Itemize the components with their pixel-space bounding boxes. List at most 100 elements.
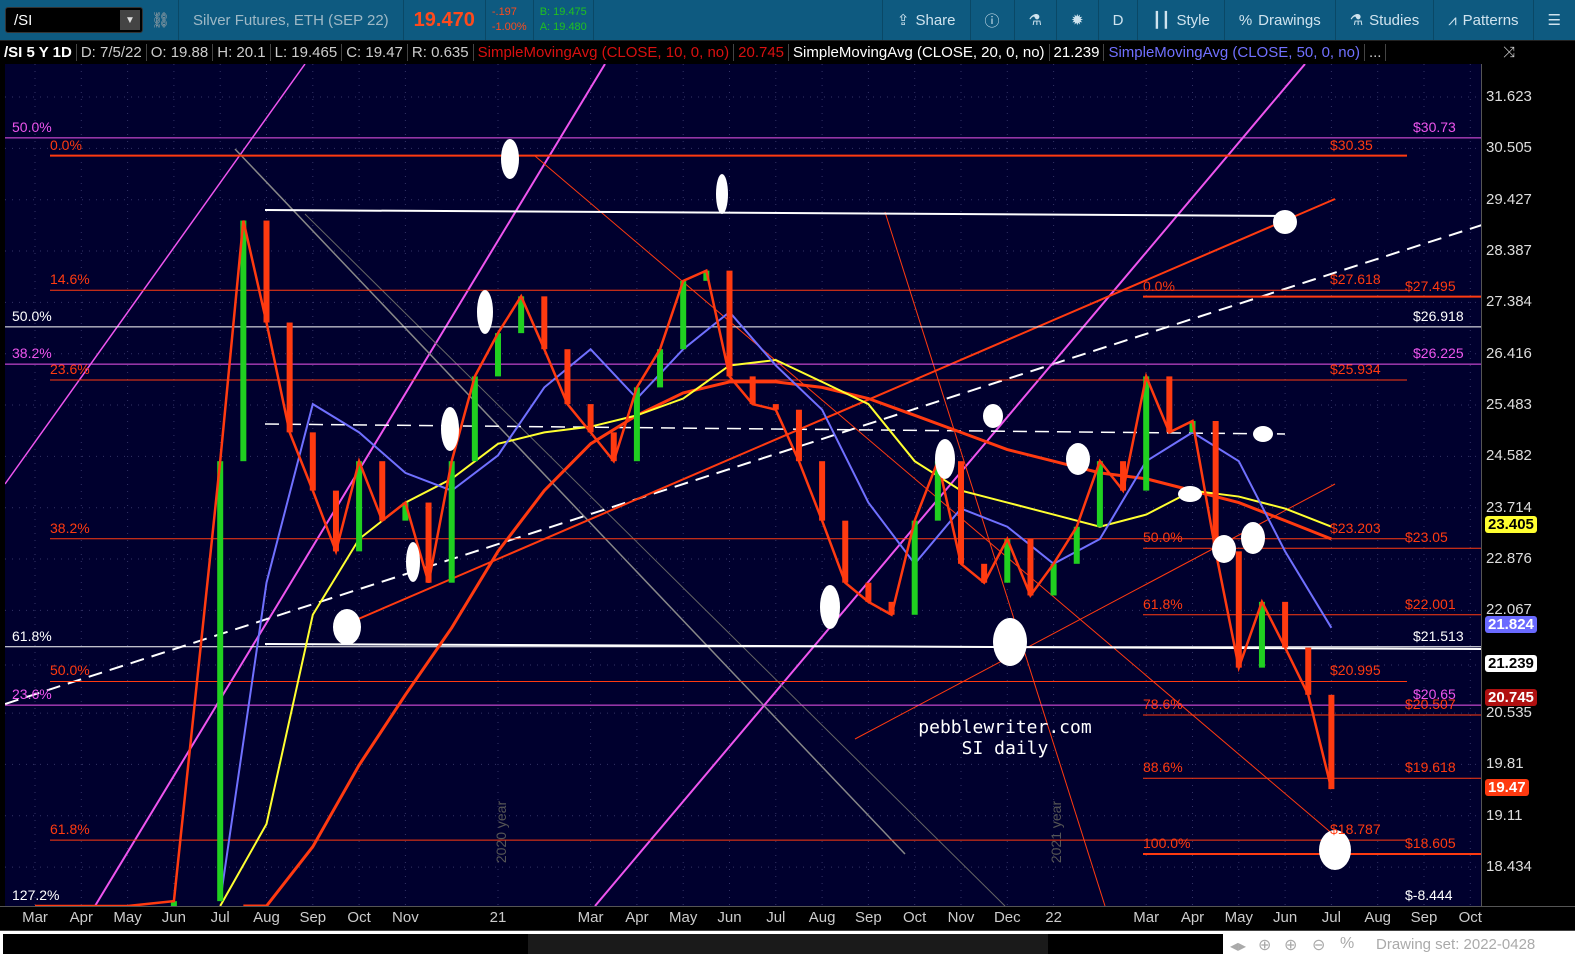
- fib-price-label: $26.918: [1413, 307, 1464, 324]
- fib-percent-label: 38.2%: [12, 345, 52, 362]
- candle: [1235, 551, 1242, 668]
- time-tick: Sep: [1410, 909, 1438, 926]
- watermark-caption: SI daily: [961, 738, 1049, 759]
- crosshair-icon[interactable]: ⊕: [1258, 935, 1271, 955]
- pan-icon[interactable]: ◂▸: [1230, 936, 1246, 956]
- studies-label: Studies: [1369, 11, 1420, 29]
- annotation-marker: [477, 290, 493, 334]
- fib-price-label: $25.934: [1330, 361, 1381, 378]
- candle: [842, 520, 849, 583]
- zoom-in-icon[interactable]: ⊕: [1284, 935, 1297, 955]
- price-chart[interactable]: pebblewriter.com SI daily 2020 year 2021…: [5, 64, 1481, 906]
- bar-range: R: 0.635: [408, 43, 474, 61]
- settings-button[interactable]: ✹: [1057, 0, 1098, 40]
- annotation-marker: [716, 174, 728, 214]
- patterns-icon: ⩘: [1448, 11, 1457, 29]
- fib-price-label: $27.618: [1330, 271, 1381, 288]
- drawing-set-label[interactable]: Drawing set: 2022-0428: [1376, 936, 1535, 953]
- price-badge-yellow: 23.405: [1485, 516, 1537, 534]
- fib-percent-label: 50.0%: [12, 118, 52, 135]
- annotation-marker: [983, 404, 1003, 428]
- style-button[interactable]: ┃┃ Style: [1138, 0, 1223, 40]
- candle: [541, 296, 548, 350]
- time-axis[interactable]: Mar Apr May Jun Jul Aug Sep Oct Nov 21 Mar Apr May Ju…: [0, 906, 1575, 930]
- price-badge-darkred: 20.745: [1485, 688, 1537, 706]
- scrollbar-thumb[interactable]: [528, 934, 1048, 954]
- fib-price-label: $21.513: [1413, 627, 1464, 644]
- sma50-label[interactable]: SimpleMovingAvg (CLOSE, 50, 0, no): [1104, 43, 1365, 61]
- fib-percent-label: 61.8%: [12, 627, 52, 644]
- bid-ask: B: 19.475 A: 19.480: [534, 5, 593, 35]
- watermark-site: pebblewriter.com: [918, 717, 1092, 738]
- drawings-icon: %: [1238, 11, 1253, 29]
- candle: [726, 270, 733, 377]
- time-tick: Jul: [210, 909, 230, 926]
- time-tick: Nov: [947, 909, 975, 926]
- price-tick: 30.505: [1486, 139, 1532, 157]
- time-tick: Apr: [69, 909, 93, 926]
- menu-button[interactable]: ☰: [1534, 0, 1575, 40]
- candle: [680, 280, 687, 350]
- candle: [217, 461, 224, 902]
- annotation-marker: [1212, 535, 1236, 563]
- study-info-bar: /SI 5 Y 1D D: 7/5/22 O: 19.88 H: 20.1 L:…: [0, 40, 1575, 63]
- fib-price-label: $26.225: [1413, 345, 1464, 362]
- info-button[interactable]: ⓘ: [971, 0, 1014, 40]
- flask-button[interactable]: ⚗: [1015, 0, 1056, 40]
- fib-price-label: $18.787: [1330, 821, 1381, 838]
- fib-percent-label: 61.8%: [50, 821, 90, 838]
- fib-price-label: $30.73: [1413, 118, 1456, 135]
- sma10-label[interactable]: SimpleMovingAvg (CLOSE, 10, 0, no): [474, 43, 735, 61]
- ask: A: 19.480: [539, 21, 587, 33]
- flask-icon: ⚗: [1349, 12, 1364, 29]
- fib-percent-label: 88.6%: [1143, 759, 1183, 776]
- price-badge-red: 19.47: [1485, 779, 1529, 797]
- fib-percent-label: 50.0%: [50, 662, 90, 679]
- share-button[interactable]: ⇪ Share: [883, 0, 970, 40]
- studies-button[interactable]: ⚗ Studies: [1336, 0, 1434, 40]
- more-studies[interactable]: ...: [1365, 43, 1387, 61]
- time-tick: Aug: [808, 909, 836, 926]
- candle: [958, 461, 964, 564]
- drawings-icon[interactable]: %: [1340, 935, 1354, 953]
- price-tick: 31.623: [1486, 88, 1532, 105]
- net-change: -.197 -1.00%: [486, 5, 533, 35]
- link-icon[interactable]: ⛓: [143, 11, 178, 29]
- price-axis[interactable]: 31.623 30.505 29.427 28.387 27.384 26.416 25.4…: [1481, 64, 1575, 906]
- price-tick: 26.416: [1486, 344, 1532, 362]
- zoom-out-icon[interactable]: ⊖: [1312, 935, 1325, 955]
- bar-low: L: 19.465: [271, 43, 343, 61]
- symbol-description: Silver Futures, ETH (SEP 22): [193, 11, 389, 29]
- horizontal-scrollbar[interactable]: [3, 934, 1223, 954]
- trend-line: [264, 209, 1286, 217]
- drawings-button[interactable]: % Drawings: [1225, 0, 1335, 40]
- fib-percent-label: 14.6%: [50, 271, 90, 288]
- chart-canvas[interactable]: [5, 64, 1481, 906]
- annotation-marker: [1066, 443, 1090, 475]
- collapse-icon[interactable]: ⤨: [1499, 44, 1575, 61]
- fib-price-label: $20.507: [1405, 696, 1456, 713]
- annotation-marker: [1253, 426, 1273, 442]
- price-tick: 18.434: [1486, 858, 1532, 876]
- candle: [379, 461, 386, 521]
- symbol-input[interactable]: /SI ▼: [5, 7, 143, 33]
- patterns-button[interactable]: ⩘ Patterns: [1434, 0, 1532, 40]
- timeframe-button[interactable]: D: [1099, 0, 1138, 40]
- sma-100-line: [219, 358, 1332, 906]
- time-tick: 22: [1045, 909, 1062, 926]
- patterns-label: Patterns: [1462, 11, 1519, 29]
- candle: [633, 387, 640, 462]
- price-tick: 28.387: [1486, 242, 1532, 260]
- candle: [471, 376, 478, 462]
- chevron-down-icon[interactable]: ▼: [120, 10, 140, 30]
- sma20-label[interactable]: SimpleMovingAvg (CLOSE, 20, 0, no): [789, 43, 1050, 61]
- price-tick: 29.427: [1486, 190, 1532, 208]
- time-tick: Jun: [161, 909, 186, 926]
- time-tick: Apr: [625, 909, 649, 926]
- price-tick: 22.876: [1486, 550, 1532, 568]
- annotation-marker: [820, 585, 840, 629]
- annotation-marker: [501, 139, 519, 179]
- candle: [819, 461, 826, 521]
- annotation-marker: [993, 618, 1027, 666]
- price-tick: 27.384: [1486, 293, 1532, 311]
